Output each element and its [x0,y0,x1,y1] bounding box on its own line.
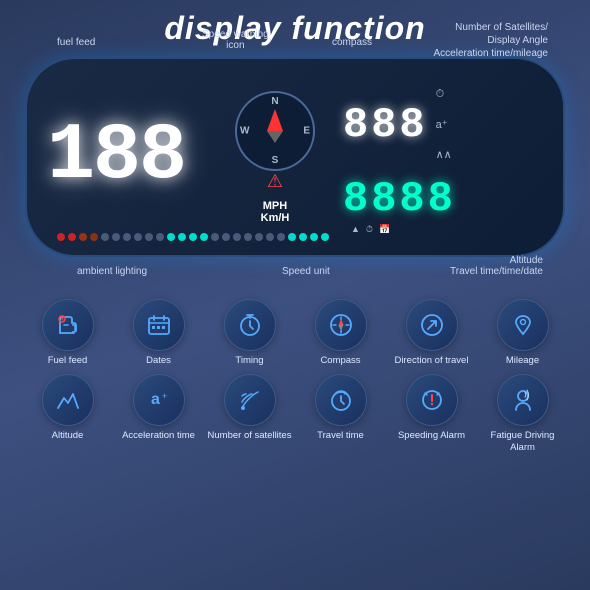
icon-direction [406,299,458,351]
icon-item-travel-time: Travel time [298,374,383,453]
angle-icon: ∧∧ [436,148,452,161]
icon-item-direction: Direction of travel [389,299,474,366]
compass-section: N S E W ⚠ MPH Km/H [215,91,335,224]
icon-label-compass: Compass [320,355,360,366]
icon-fuel-feed [42,299,94,351]
light-gray-7 [211,233,219,241]
light-gray-11 [255,233,263,241]
speed-section: 188 [47,82,207,232]
right-section: 888 ⏱ a⁺ ∧∧ 8888 ▲ ⏱ 📅 [343,80,543,235]
icon-item-acceleration: a + Acceleration time [116,374,201,453]
speed-value: 188 [47,117,185,197]
light-gray-1 [101,233,109,241]
light-gray-10 [244,233,252,241]
label-fuel-feed: fuel feed [57,37,95,48]
icon-label-satellites: Number of satellites [208,430,292,441]
hud-inner: 188 N S E W ⚠ MPH Km/H [47,71,543,243]
main-container: display function fuel feed Speed warning… [0,0,590,590]
icon-item-dates: Dates [116,299,201,366]
light-gray-8 [222,233,230,241]
light-cyan-6 [299,233,307,241]
icon-item-speeding-alarm: Speeding Alarm [389,374,474,453]
label-ambient: ambient lighting [77,266,147,277]
icon-timing [224,299,276,351]
icon-item-compass: Compass [298,299,383,366]
light-red-3 [79,233,87,241]
icon-item-timing: Timing [207,299,292,366]
light-red-left [57,233,65,241]
icon-item-mileage: Mileage [480,299,565,366]
icon-altitude [42,374,94,426]
svg-text:+: + [162,391,167,401]
light-cyan-4 [200,233,208,241]
icon-label-altitude: Altitude [52,430,84,441]
speed-unit-display: MPH Km/H [261,200,290,224]
hud-display: fuel feed Speed warningicon compass Numb… [25,57,565,257]
light-gray-13 [277,233,285,241]
compass-w: W [240,125,249,136]
top-digits-display: 888 [343,104,428,146]
clock-icon: ⏱ [436,88,452,101]
light-bar [57,233,533,241]
label-speed-unit: Speed unit [282,266,330,277]
label-altitude: AltitudeTravel time/time/date [450,255,543,277]
light-gray-9 [233,233,241,241]
right-icons: ⏱ a⁺ ∧∧ [436,80,452,170]
icon-satellites [224,374,276,426]
compass-circle: N S E W [235,91,315,171]
icons-row-1: Fuel feed Dates [25,299,565,366]
light-cyan-1 [167,233,175,241]
light-gray-5 [145,233,153,241]
icon-label-fatigue: Fatigue Driving Alarm [480,430,565,453]
icon-label-speeding-alarm: Speeding Alarm [398,430,465,441]
light-gray-6 [156,233,164,241]
compass-e: E [303,125,310,136]
light-cyan-3 [189,233,197,241]
accel-icon: a⁺ [436,118,452,131]
icon-mileage [497,299,549,351]
light-cyan-8 [321,233,329,241]
compass-s: S [272,155,279,166]
icon-label-fuel-feed: Fuel feed [48,355,88,366]
svg-text:a: a [151,391,160,408]
icon-label-timing: Timing [235,355,263,366]
icon-label-travel-time: Travel time [317,430,364,441]
icon-item-satellites: Number of satellites [207,374,292,453]
light-gray-3 [123,233,131,241]
top-digits-row: 888 ⏱ a⁺ ∧∧ [343,80,452,170]
icon-acceleration: a + [133,374,185,426]
bottom-digits-display: 8888 [343,178,456,220]
icon-label-direction: Direction of travel [395,355,469,366]
light-red-4 [90,233,98,241]
bottom-digits-row: 8888 [343,178,456,220]
bottom-icons-container: Fuel feed Dates [25,299,565,453]
label-num-satellites: Number of Satellites/Display AngleAccele… [434,21,549,60]
label-compass: compass [332,37,372,48]
icon-dates [133,299,185,351]
light-gray-2 [112,233,120,241]
light-cyan-2 [178,233,186,241]
icon-compass [315,299,367,351]
light-cyan-5 [288,233,296,241]
icon-item-fuel-feed: Fuel feed [25,299,110,366]
icon-item-fatigue: Fatigue Driving Alarm [480,374,565,453]
icons-row-2: Altitude a + Acceleration time [25,374,565,453]
light-gray-12 [266,233,274,241]
icon-travel-time [315,374,367,426]
warning-icon: ⚠ [267,171,283,192]
icon-label-acceleration: Acceleration time [122,430,195,441]
icon-speeding-alarm [406,374,458,426]
light-gray-4 [134,233,142,241]
icon-label-mileage: Mileage [506,355,539,366]
light-red-2 [68,233,76,241]
light-cyan-7 [310,233,318,241]
icon-item-altitude: Altitude [25,374,110,453]
compass-n: N [271,96,278,107]
icon-label-dates: Dates [146,355,171,366]
icon-fatigue [497,374,549,426]
label-speed-warning: Speed warningicon [202,29,269,51]
